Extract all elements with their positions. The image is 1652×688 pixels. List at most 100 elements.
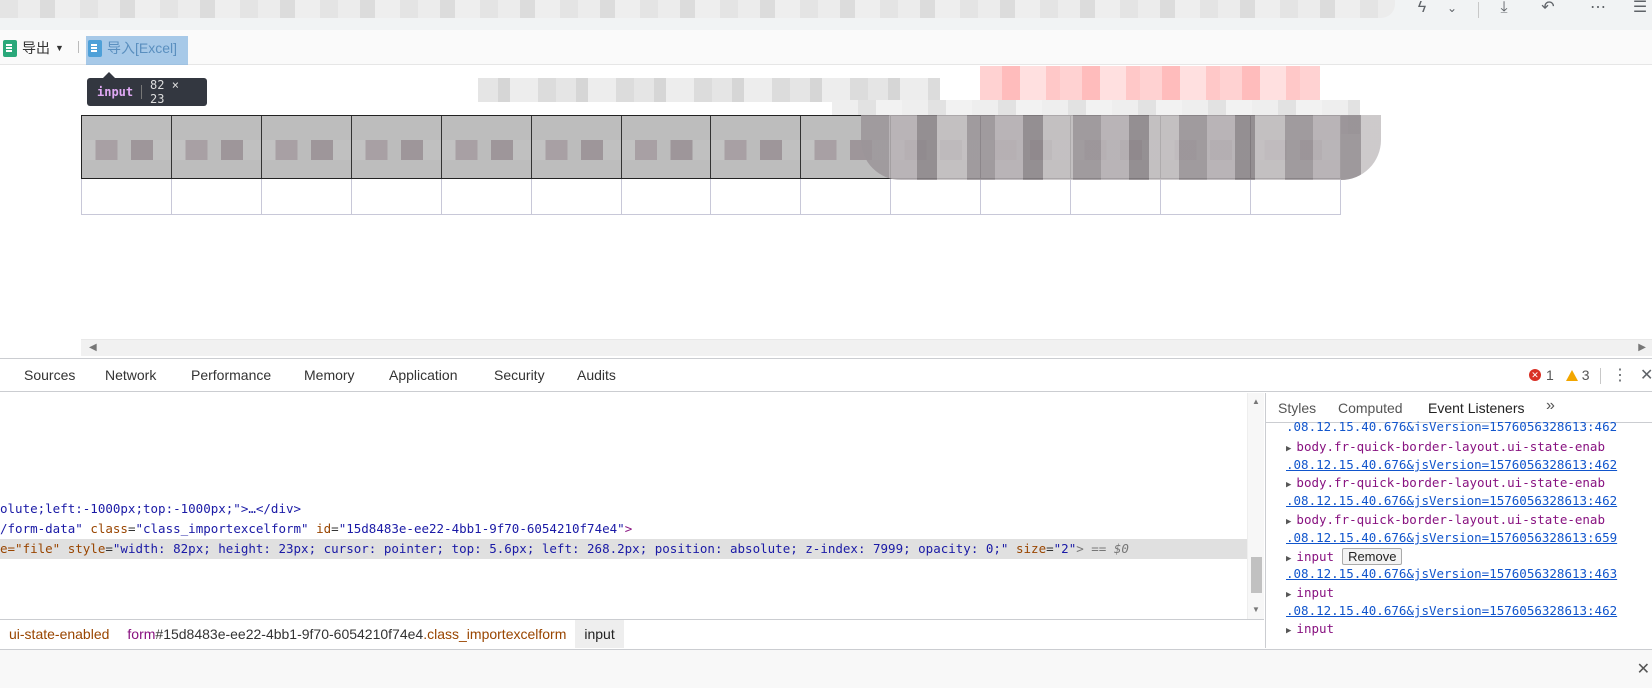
toolbar-divider	[1478, 2, 1479, 18]
table-cell[interactable]	[442, 179, 532, 214]
tab-audits[interactable]: Audits	[577, 367, 616, 383]
tab-security[interactable]: Security	[494, 367, 545, 383]
table-header-cell	[621, 116, 712, 178]
kebab-menu-icon[interactable]: ⋮	[1612, 365, 1628, 385]
source-link[interactable]: .08.12.15.40.676&jsVersion=1576056328613…	[1286, 419, 1617, 431]
more-icon[interactable]: ⋯	[1586, 0, 1610, 18]
lightning-icon[interactable]: ϟ	[1410, 0, 1434, 18]
toolbar-separator	[78, 41, 79, 53]
chevron-down-icon[interactable]: ⌄	[1440, 0, 1464, 18]
table-cell[interactable]	[262, 179, 352, 214]
table-cell[interactable]	[532, 179, 622, 214]
table-cell[interactable]	[801, 179, 892, 214]
tab-computed[interactable]: Computed	[1338, 400, 1403, 416]
table-header-cell	[531, 116, 622, 178]
tab-event-listeners[interactable]: Event Listeners	[1428, 400, 1525, 416]
listener-item[interactable]: ▶ body.fr-quick-border-layout.ui-state-en…	[1286, 439, 1605, 454]
dom-node-form[interactable]: /form-data" class="class_importexcelform…	[0, 519, 632, 539]
export-button[interactable]: 导出 ▼	[3, 38, 64, 58]
export-label: 导出	[22, 40, 50, 56]
attr-value: "width: 82px; height: 23px; cursor: poin…	[112, 541, 1009, 556]
breadcrumb-id: #15d8483e-ee22-4bb1-9f70-6054210f74e4	[155, 626, 424, 642]
listener-node: body.fr-quick-border-layout.ui-state-ena…	[1296, 475, 1605, 490]
table-cell[interactable]	[1251, 179, 1341, 214]
devtools-divider	[1600, 368, 1601, 384]
remove-button[interactable]: Remove	[1342, 548, 1403, 565]
expand-icon[interactable]: ▶	[1286, 480, 1291, 490]
devtools-tab-bar: Sources Network Performance Memory Appli…	[0, 359, 1652, 392]
scroll-down-icon[interactable]: ▼	[1252, 605, 1260, 614]
source-link[interactable]: .08.12.15.40.676&jsVersion=1576056328613…	[1286, 457, 1617, 472]
table-header-cell	[171, 116, 262, 178]
error-icon: ✕	[1529, 369, 1541, 381]
table-cell[interactable]	[172, 179, 262, 214]
table-cell[interactable]	[711, 179, 802, 214]
source-link[interactable]: .08.12.15.40.676&jsVersion=1576056328613…	[1286, 603, 1617, 618]
tab-styles[interactable]: Styles	[1278, 400, 1316, 416]
breadcrumb-tag: input	[584, 626, 615, 642]
table-cell[interactable]	[352, 179, 442, 214]
close-icon[interactable]: ✕	[1640, 365, 1652, 385]
expand-icon[interactable]: ▶	[1286, 554, 1291, 564]
attr-name: size	[1016, 541, 1047, 556]
expand-icon[interactable]: ▶	[1286, 626, 1291, 636]
report-table	[81, 115, 1381, 215]
tab-sources[interactable]: Sources	[24, 367, 75, 383]
tab-memory[interactable]: Memory	[304, 367, 355, 383]
table-header-cell	[351, 116, 442, 178]
expand-icon[interactable]: ▶	[1286, 444, 1291, 454]
redacted-highlight	[980, 66, 1320, 102]
table-cell[interactable]	[891, 179, 982, 214]
listener-node: input	[1296, 621, 1335, 636]
inspect-tooltip: input 82 × 23	[87, 72, 207, 106]
app-toolbar	[0, 30, 1652, 65]
dom-node-line[interactable]: olute;left:-1000px;top:-1000px;">…</div>	[0, 499, 301, 519]
address-bar[interactable]	[0, 0, 1395, 18]
more-tabs-icon[interactable]: »	[1546, 397, 1555, 415]
horizontal-scrollbar[interactable]: ◀ ▶	[81, 339, 1652, 356]
breadcrumb-input[interactable]: input	[575, 620, 624, 648]
table-header-cell	[441, 116, 532, 178]
table-cell[interactable]	[622, 179, 712, 214]
scroll-left-icon[interactable]: ◀	[89, 342, 97, 353]
table-row	[81, 179, 1341, 215]
issue-counters[interactable]: ✕ 1 3	[1529, 367, 1590, 383]
listener-item[interactable]: ▶ input Remove	[1286, 548, 1403, 565]
scroll-thumb[interactable]	[1251, 557, 1262, 593]
devtools-panel: Sources Network Performance Memory Appli…	[0, 358, 1652, 688]
code-text: e="file"	[0, 541, 68, 556]
listener-item[interactable]: ▶ body.fr-quick-border-layout.ui-state-en…	[1286, 512, 1605, 527]
undo-icon[interactable]: ↶	[1536, 0, 1560, 18]
tab-performance[interactable]: Performance	[191, 367, 271, 383]
listener-item[interactable]: ▶ body.fr-quick-border-layout.ui-state-en…	[1286, 475, 1605, 490]
tab-application[interactable]: Application	[389, 367, 458, 383]
table-cell[interactable]	[1071, 179, 1162, 214]
source-link[interactable]: .08.12.15.40.676&jsVersion=1576056328613…	[1286, 566, 1617, 581]
source-link[interactable]: .08.12.15.40.676&jsVersion=1576056328613…	[1286, 493, 1617, 508]
elements-tree[interactable]: olute;left:-1000px;top:-1000px;">…</div>…	[0, 393, 1264, 618]
table-cell[interactable]	[1161, 179, 1251, 214]
expand-icon[interactable]: ▶	[1286, 517, 1291, 527]
error-count: 1	[1546, 367, 1554, 383]
table-cell[interactable]	[82, 179, 172, 214]
elements-scrollbar[interactable]: ▲ ▼	[1247, 393, 1264, 619]
breadcrumb: ui-state-enabled form#15d8483e-ee22-4bb1…	[0, 619, 1264, 648]
breadcrumb-body[interactable]: ui-state-enabled	[0, 620, 118, 648]
tooltip-tag: input	[97, 85, 134, 99]
table-cell[interactable]	[981, 179, 1072, 214]
download-icon[interactable]: ⤓	[1492, 0, 1516, 18]
hamburger-icon[interactable]: ☰	[1628, 0, 1652, 18]
breadcrumb-form[interactable]: form#15d8483e-ee22-4bb1-9f70-6054210f74e…	[118, 620, 575, 648]
console-drawer: ✕	[0, 649, 1652, 688]
dom-node-input-selected[interactable]: e="file" style="width: 82px; height: 23p…	[0, 539, 1248, 559]
expand-icon[interactable]: ▶	[1286, 590, 1291, 600]
import-excel-button[interactable]: 导入[Excel]	[88, 38, 177, 58]
listener-node: body.fr-quick-border-layout.ui-state-ena…	[1296, 439, 1605, 454]
scroll-up-icon[interactable]: ▲	[1252, 397, 1260, 406]
listener-item[interactable]: ▶ input	[1286, 621, 1334, 636]
scroll-right-icon[interactable]: ▶	[1638, 342, 1646, 353]
source-link[interactable]: .08.12.15.40.676&jsVersion=1576056328613…	[1286, 530, 1617, 545]
listener-item[interactable]: ▶ input	[1286, 585, 1334, 600]
tab-network[interactable]: Network	[105, 367, 156, 383]
close-drawer-icon[interactable]: ✕	[1637, 659, 1650, 679]
